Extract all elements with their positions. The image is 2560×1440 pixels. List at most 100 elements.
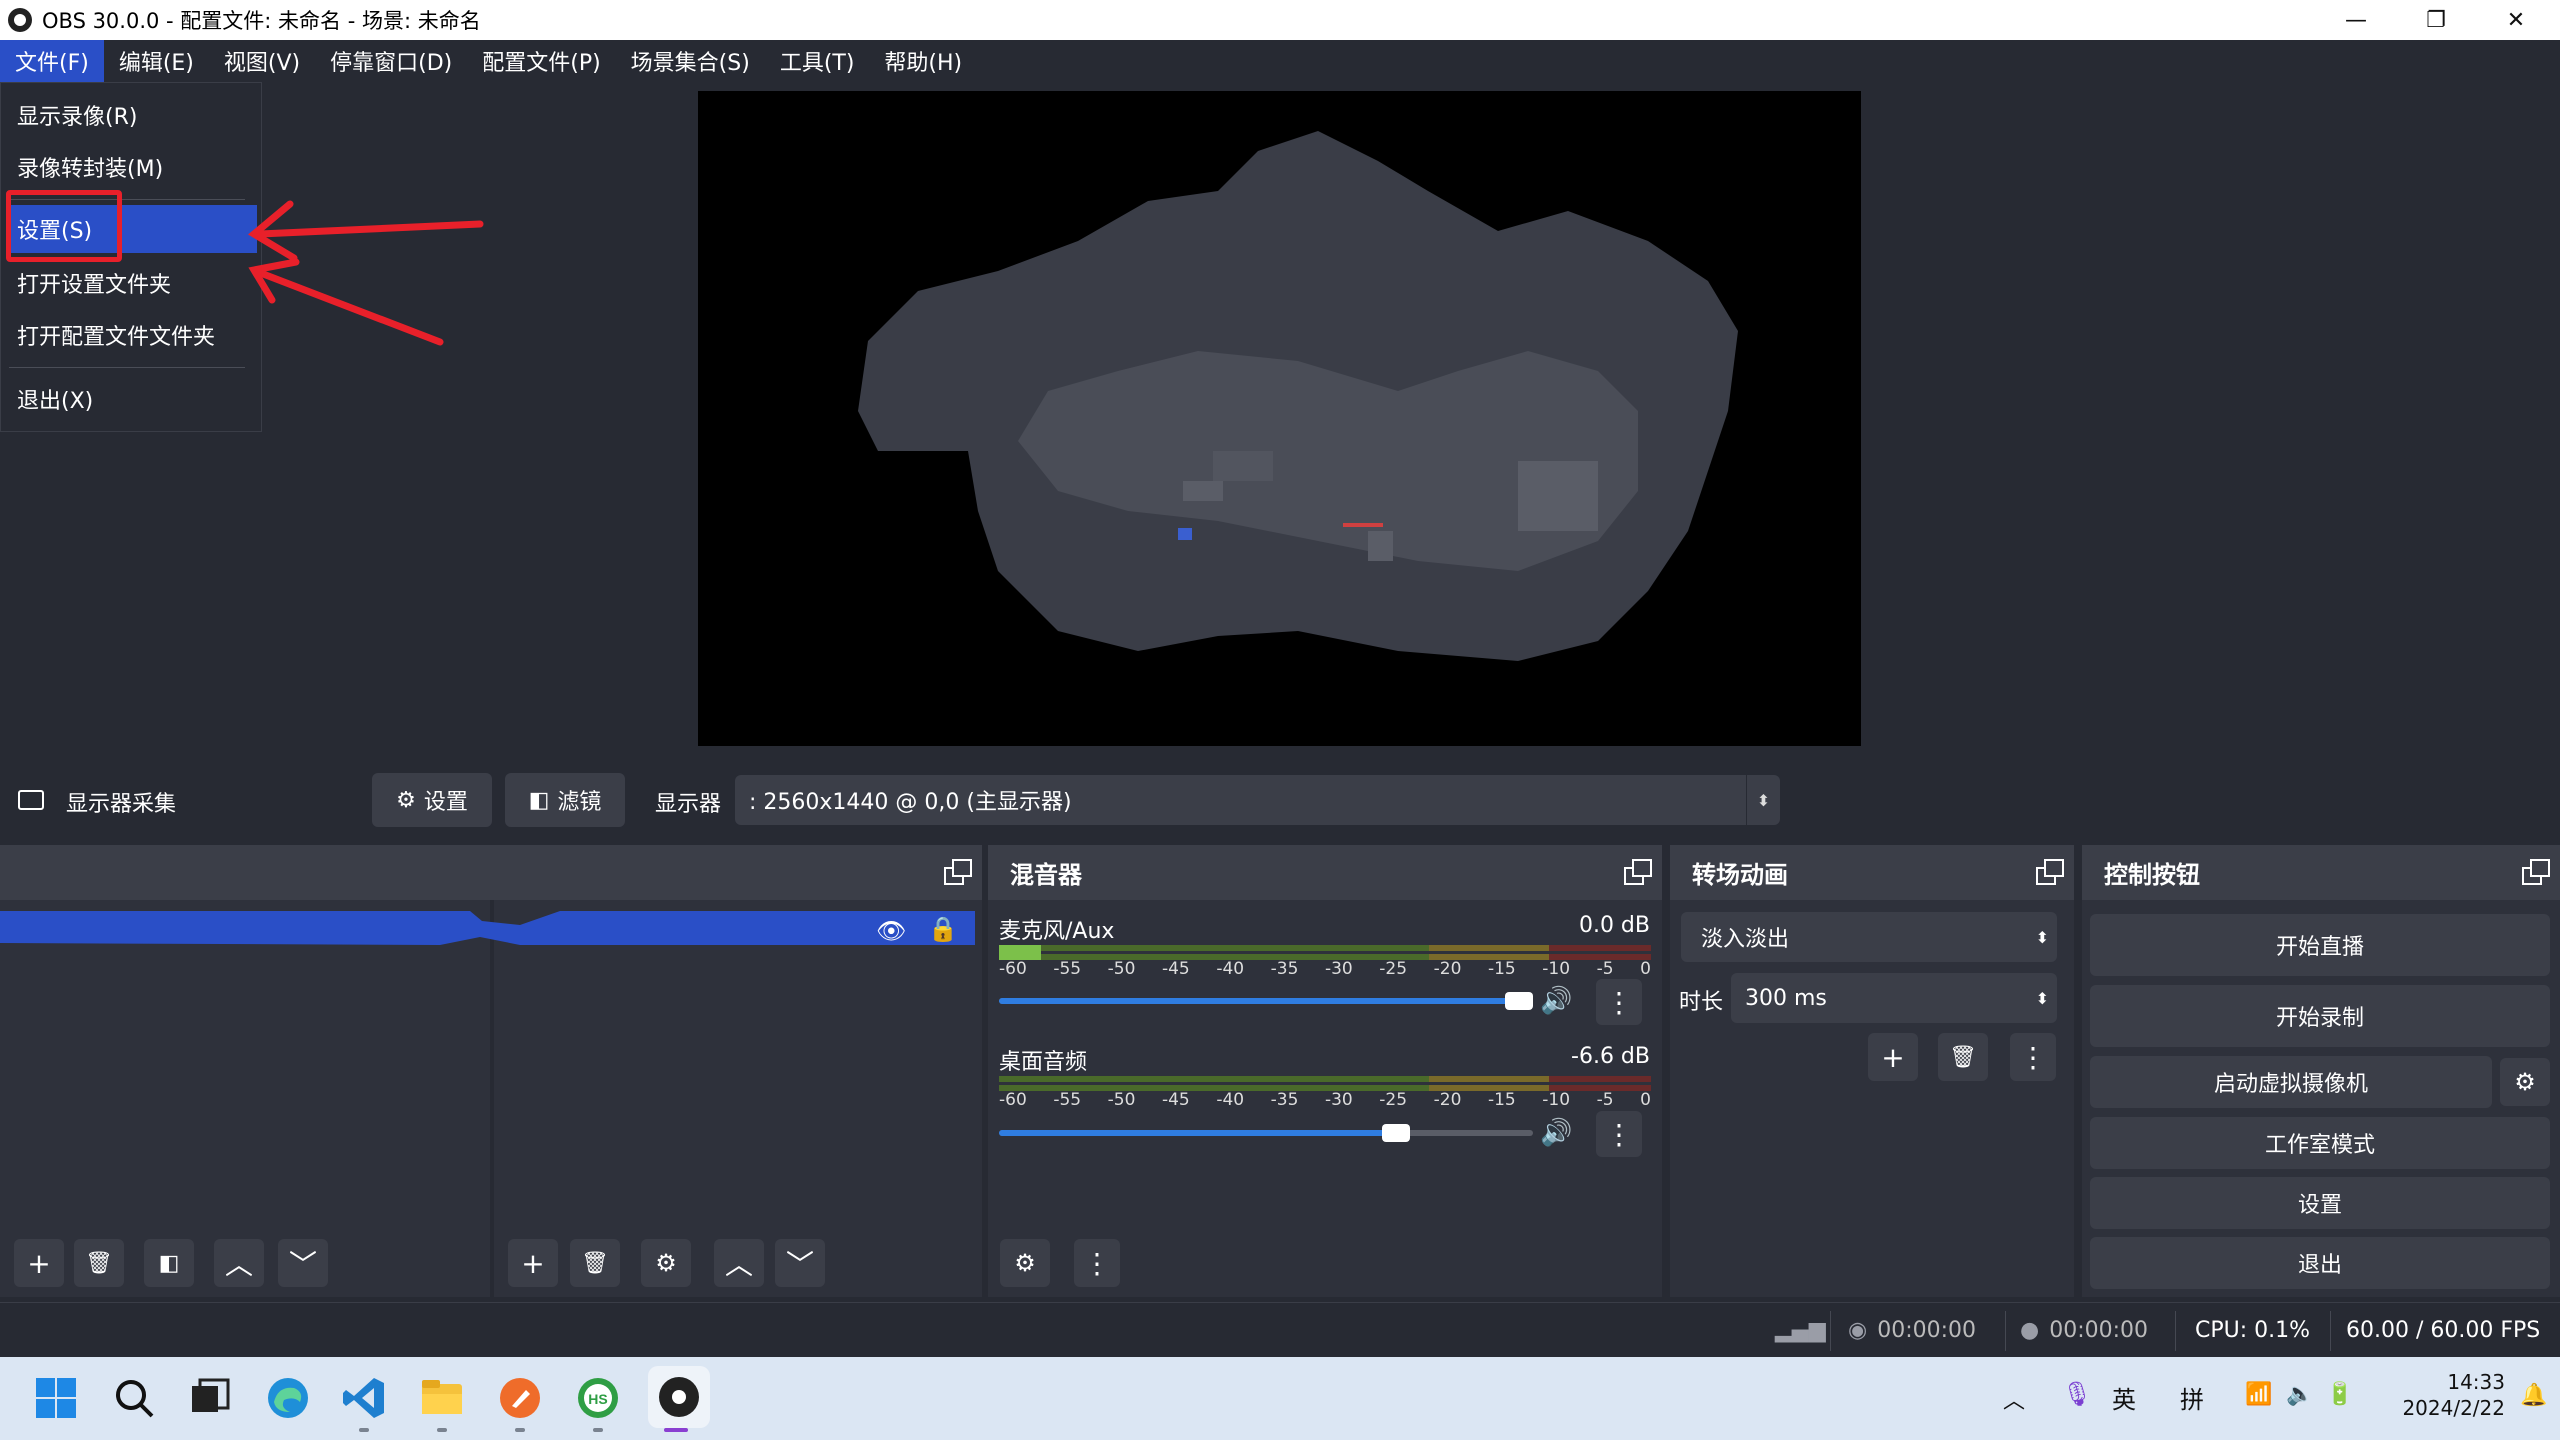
controls-title: 控制按钮 — [2082, 845, 2560, 900]
microphone-icon[interactable]: 🎙 — [2062, 1380, 2092, 1408]
menu-open-profile-folder[interactable]: 打开配置文件文件夹 — [7, 311, 257, 359]
transition-select-value: 淡入淡出 — [1701, 927, 1790, 952]
add-scene-button[interactable]: + — [14, 1239, 64, 1287]
menu-help[interactable]: 帮助(H) — [869, 40, 977, 82]
task-view-icon[interactable] — [186, 1374, 234, 1422]
duration-label: 时长 — [1679, 990, 1724, 1015]
close-button[interactable]: ✕ — [2476, 0, 2556, 40]
menu-scene-collection[interactable]: 场景集合(S) — [616, 40, 765, 82]
duration-spinbox[interactable]: 300 ms ⬍ — [1731, 973, 2057, 1023]
postman-icon[interactable] — [496, 1374, 544, 1422]
remove-source-button[interactable]: 🗑 — [570, 1239, 620, 1287]
menu-docks[interactable]: 停靠窗口(D) — [315, 40, 467, 82]
scene-move-up-button[interactable]: ︿ — [214, 1239, 264, 1287]
select-arrows-icon: ⬍ — [2035, 927, 2049, 947]
add-transition-button[interactable]: + — [1868, 1033, 1918, 1081]
advanced-audio-button[interactable]: ⚙ — [1000, 1239, 1050, 1287]
menu-view[interactable]: 视图(V) — [209, 40, 315, 82]
file-explorer-icon[interactable] — [418, 1374, 466, 1422]
menu-exit[interactable]: 退出(X) — [7, 375, 257, 423]
mixer-channel-db: 0.0 dB — [1578, 913, 1650, 938]
menu-bar: 文件(F) 编辑(E) 视图(V) 停靠窗口(D) 配置文件(P) 场景集合(S… — [0, 40, 2560, 82]
start-streaming-button[interactable]: 开始直播 — [2090, 914, 2550, 976]
display-select[interactable]: : 2560x1440 @ 0,0 (主显示器) ⬍ — [735, 775, 1780, 825]
menu-show-recordings[interactable]: 显示录像(R) — [7, 91, 257, 139]
source-properties-button[interactable]: ⚙ — [641, 1239, 691, 1287]
source-move-down-button[interactable]: ﹀ — [775, 1239, 825, 1287]
scale-label: -30 — [1324, 1090, 1353, 1110]
show-hidden-icons-icon[interactable]: ︿ — [2003, 1383, 2025, 1415]
notification-icon[interactable]: 🔔 — [2520, 1383, 2547, 1408]
menu-file[interactable]: 文件(F) — [0, 40, 104, 82]
speaker-icon[interactable]: 🔊 — [1540, 986, 1572, 1016]
menu-profile[interactable]: 配置文件(P) — [467, 40, 615, 82]
hbuilder-icon[interactable]: HS — [574, 1374, 622, 1422]
running-indicator — [593, 1428, 603, 1432]
dock-float-icon[interactable] — [2036, 859, 2064, 885]
mixer-menu-button[interactable]: ⋮ — [1074, 1239, 1120, 1287]
scale-label: -20 — [1433, 959, 1462, 979]
running-indicator — [515, 1428, 525, 1432]
kebab-menu-icon: ⋮ — [1605, 1117, 1633, 1151]
add-source-button[interactable]: + — [508, 1239, 558, 1287]
start-virtual-camera-button[interactable]: 启动虚拟摄像机 — [2090, 1056, 2492, 1108]
selected-source-row[interactable] — [0, 907, 982, 947]
scene-move-down-button[interactable]: ﹀ — [278, 1239, 328, 1287]
transition-menu-button[interactable]: ⋮ — [2010, 1033, 2056, 1081]
menu-tools[interactable]: 工具(T) — [765, 40, 870, 82]
source-move-up-button[interactable]: ︿ — [714, 1239, 764, 1287]
scale-label: -45 — [1161, 1090, 1190, 1110]
dock-float-icon[interactable] — [944, 859, 972, 885]
restore-button[interactable]: ❐ — [2396, 0, 2476, 40]
mixer-channel-menu-button[interactable]: ⋮ — [1596, 979, 1642, 1025]
search-icon[interactable] — [110, 1374, 158, 1422]
mixer-channel-menu-button[interactable]: ⋮ — [1596, 1111, 1642, 1157]
menu-open-settings-folder[interactable]: 打开设置文件夹 — [7, 259, 257, 307]
eye-icon[interactable]: 👁 — [876, 917, 906, 945]
record-time: 00:00:00 — [2049, 1318, 2149, 1343]
mixer-channel-name: 桌面音频 — [999, 1050, 1088, 1075]
mixer-channel-name: 麦克风/Aux — [999, 919, 1115, 944]
active-app-indicator — [664, 1428, 688, 1432]
obs-taskbar-icon[interactable] — [648, 1366, 710, 1428]
volume-slider-knob[interactable] — [1382, 1124, 1410, 1142]
scenes-sources-header — [0, 845, 982, 900]
svg-text:HS: HS — [588, 1391, 607, 1407]
studio-mode-button[interactable]: 工作室模式 — [2090, 1117, 2550, 1169]
start-recording-button[interactable]: 开始录制 — [2090, 985, 2550, 1047]
wifi-icon[interactable]: 📶 — [2245, 1382, 2272, 1407]
settings-button[interactable]: 设置 — [2090, 1177, 2550, 1229]
ime-language[interactable]: 英 — [2112, 1380, 2136, 1415]
lock-icon[interactable]: 🔒 — [928, 915, 958, 943]
menu-remux-recordings[interactable]: 录像转封装(M) — [7, 143, 257, 191]
scale-label: -5 — [1596, 959, 1614, 979]
vscode-icon[interactable] — [340, 1374, 388, 1422]
remove-scene-button[interactable]: 🗑 — [74, 1239, 124, 1287]
trash-icon: 🗑 — [1949, 1044, 1977, 1070]
source-filters-button[interactable]: ◧ 滤镜 — [505, 773, 625, 827]
running-indicator — [437, 1428, 447, 1432]
transition-select[interactable]: 淡入淡出 ⬍ — [1681, 912, 2057, 962]
volume-icon[interactable]: 🔈 — [2286, 1382, 2313, 1407]
windows-start-icon[interactable] — [32, 1374, 80, 1422]
ime-mode[interactable]: 拼 — [2180, 1380, 2204, 1415]
dock-float-icon[interactable] — [1624, 859, 1652, 885]
window-title: OBS 30.0.0 - 配置文件: 未命名 - 场景: 未命名 — [42, 9, 481, 33]
remove-transition-button[interactable]: 🗑 — [1938, 1033, 1988, 1081]
edge-browser-icon[interactable] — [264, 1374, 312, 1422]
speaker-icon[interactable]: 🔊 — [1540, 1118, 1572, 1148]
minimize-button[interactable]: — — [2316, 0, 2396, 40]
volume-slider-knob[interactable] — [1505, 992, 1533, 1010]
virtual-camera-settings-button[interactable]: ⚙ — [2500, 1058, 2550, 1106]
scale-label: -30 — [1324, 959, 1353, 979]
preview-canvas[interactable] — [698, 91, 1861, 746]
clock[interactable]: 14:33 2024/2/22 — [2385, 1369, 2505, 1421]
source-settings-button[interactable]: ⚙ 设置 — [372, 773, 492, 827]
scene-filters-button[interactable]: ◧ — [144, 1239, 194, 1287]
battery-icon[interactable]: 🔋 — [2326, 1382, 2353, 1407]
plus-icon: + — [1881, 1040, 1905, 1074]
dock-float-icon[interactable] — [2522, 859, 2550, 885]
dock-splitter[interactable] — [490, 900, 494, 1297]
exit-button[interactable]: 退出 — [2090, 1237, 2550, 1289]
menu-edit[interactable]: 编辑(E) — [104, 40, 209, 82]
